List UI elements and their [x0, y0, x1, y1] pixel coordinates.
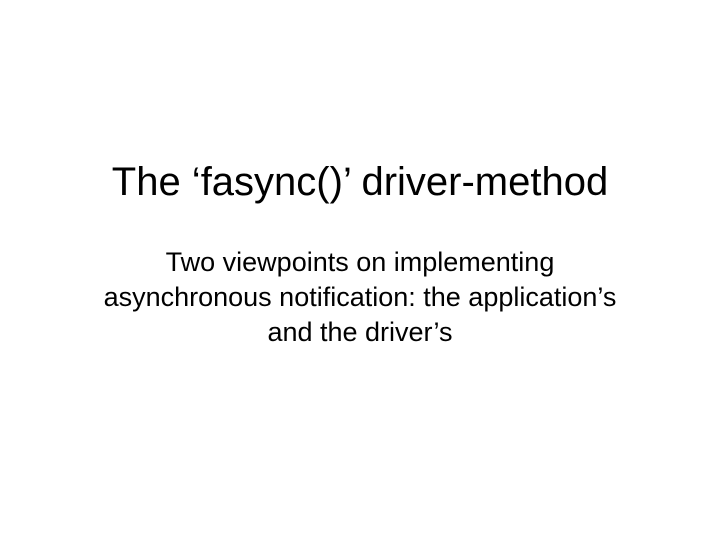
- slide-subtitle: Two viewpoints on implementing asynchron…: [100, 245, 620, 350]
- slide-title: The ‘fasync()’ driver-method: [112, 160, 608, 205]
